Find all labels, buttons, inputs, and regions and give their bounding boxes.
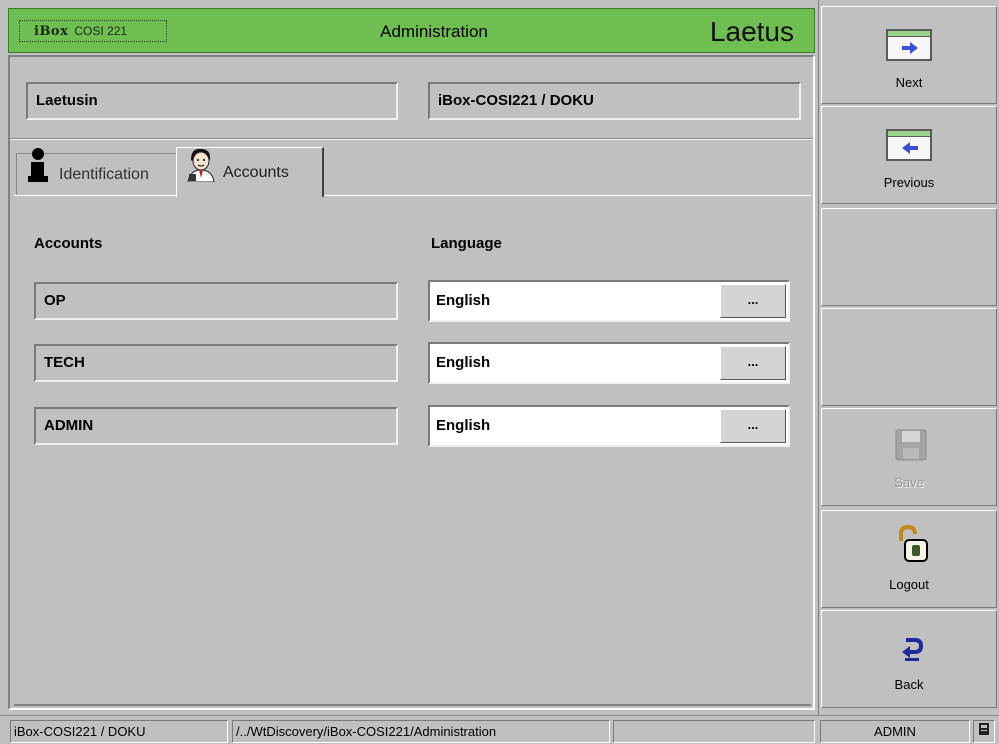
save-label: Save (894, 475, 924, 490)
language-value: English (436, 354, 491, 371)
command-sidebar: Next Previous Save Logout Back (818, 0, 999, 715)
accounts-tab-panel: Accounts Language OP English ... TECH En… (14, 195, 811, 706)
account-name-tech: TECH (34, 344, 398, 382)
language-browse-button[interactable]: ... (720, 346, 786, 380)
tab-identification[interactable]: Identification (16, 147, 178, 195)
info-person-icon (25, 147, 51, 202)
page-title: Administration (380, 22, 488, 41)
previous-arrow-icon (886, 129, 932, 161)
floppy-disk-icon (895, 429, 927, 464)
tab-identification-label: Identification (59, 165, 149, 183)
site-name-field: Laetusin (26, 82, 398, 120)
language-value: English (436, 292, 491, 309)
status-empty (613, 720, 815, 743)
tab-accounts-label: Accounts (223, 163, 289, 181)
divider (10, 138, 813, 140)
status-device: iBox-COSI221 / DOKU (10, 720, 228, 743)
language-column-header: Language (431, 235, 502, 252)
account-name-admin: ADMIN (34, 407, 398, 445)
tab-accounts[interactable]: Accounts (176, 147, 324, 197)
language-select-admin[interactable]: English ... (428, 405, 790, 447)
tab-container: Identification Accounts Accounts Languag (14, 143, 811, 706)
language-browse-button[interactable]: ... (720, 409, 786, 443)
logout-button[interactable]: Logout (821, 510, 997, 608)
document-status-icon[interactable] (973, 720, 995, 743)
previous-label: Previous (883, 175, 935, 190)
language-value: English (436, 417, 491, 434)
account-name-op: OP (34, 282, 398, 320)
back-return-icon (900, 637, 924, 666)
user-avatar-icon (185, 146, 215, 200)
main-panel: iBox COSI 221 Administration Laetus Laetu… (0, 0, 818, 715)
device-path-field: iBox-COSI221 / DOKU (428, 82, 801, 120)
title-bar: iBox COSI 221 Administration Laetus (8, 8, 815, 53)
status-path: /../WtDiscovery/iBox-COSI221/Administrat… (232, 720, 610, 743)
accounts-column-header: Accounts (34, 235, 103, 252)
brand-name: iBox (34, 24, 69, 39)
language-select-op[interactable]: English ... (428, 280, 790, 322)
next-label: Next (895, 75, 923, 90)
padlock-open-icon (895, 524, 929, 566)
logout-label: Logout (889, 577, 929, 592)
device-brand-box: iBox COSI 221 (19, 20, 167, 42)
empty-command-slot (821, 308, 997, 406)
brand-model: COSI 221 (74, 24, 128, 38)
next-arrow-icon (886, 29, 932, 61)
status-bar: iBox-COSI221 / DOKU /../WtDiscovery/iBox… (0, 715, 999, 744)
next-button[interactable]: Next (821, 6, 997, 104)
empty-command-slot (821, 208, 997, 306)
previous-button[interactable]: Previous (821, 106, 997, 204)
back-button[interactable]: Back (821, 610, 997, 708)
language-select-tech[interactable]: English ... (428, 342, 790, 384)
save-button[interactable]: Save (821, 408, 997, 506)
company-logo: Laetus (709, 16, 794, 47)
language-browse-button[interactable]: ... (720, 284, 786, 318)
back-label: Back (894, 677, 924, 692)
status-user: ADMIN (820, 720, 970, 743)
